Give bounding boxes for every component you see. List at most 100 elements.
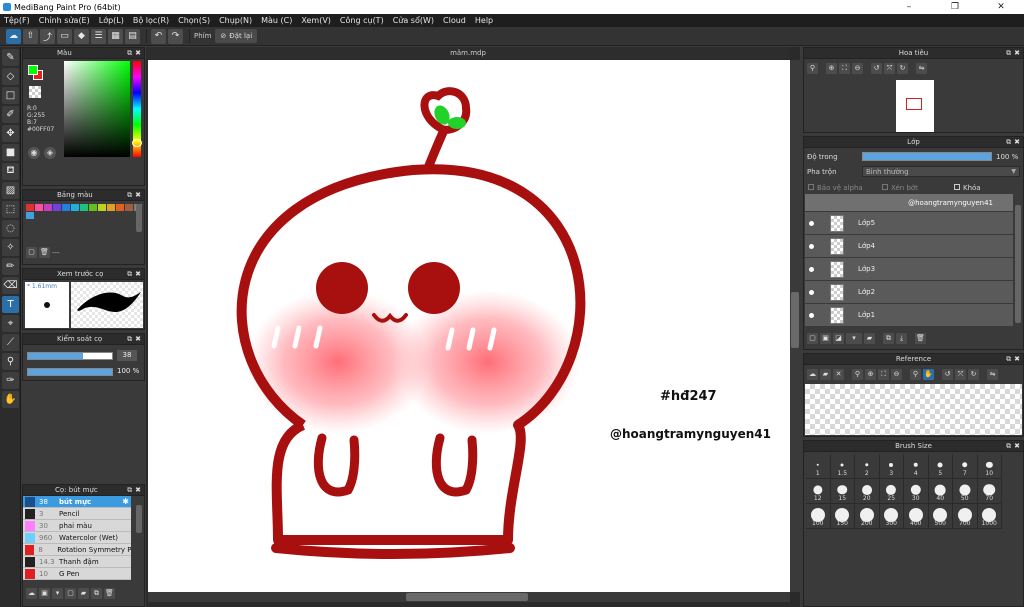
brush-size-option[interactable]: 5 (928, 454, 953, 479)
menu-cloud[interactable]: Cloud (443, 16, 466, 25)
brush-settings-icon[interactable]: ▾ (52, 588, 63, 599)
new-palette-icon[interactable]: ▢ (26, 247, 37, 258)
layer-folder-icon[interactable]: ▰ (864, 333, 875, 344)
canvas-vertical-scrollbar[interactable] (790, 60, 800, 592)
reference-zoom-out-icon[interactable]: ⊖ (891, 369, 902, 380)
fg-color-swatch[interactable] (28, 65, 38, 75)
layer-row[interactable]: @hoangtramynguyen41 (805, 194, 1013, 212)
reference-rotate-left-icon[interactable]: ↺ (942, 369, 953, 380)
hand-icon[interactable]: ✋ (2, 391, 19, 408)
float-icon[interactable]: ⧉ (127, 49, 132, 57)
cloud-brush-icon[interactable]: ☁ (26, 588, 37, 599)
brush-size-option[interactable]: 1.5 (830, 454, 855, 479)
brush-list-item[interactable]: 10 G Pen (23, 568, 131, 580)
gear-icon[interactable]: ✱ (122, 497, 129, 506)
eye-icon[interactable] (809, 312, 814, 318)
layer-menu-icon[interactable]: ▾ (846, 333, 862, 344)
eyedropper-icon[interactable]: ⚲ (2, 353, 19, 370)
close-icon[interactable]: ✖ (135, 335, 141, 343)
eraser-tool-icon[interactable]: ◇ (2, 68, 19, 85)
reference-zoom-icon[interactable]: ⚲ (852, 369, 863, 380)
merge-down-icon[interactable]: ⤓ (896, 333, 907, 344)
brush-size-option[interactable]: 300 (879, 504, 904, 529)
reset-rotate-icon[interactable]: ⤧ (884, 63, 895, 74)
gradient-tool-icon[interactable]: ▨ (2, 182, 19, 199)
clipping-checkbox[interactable]: Xén bớt (882, 184, 918, 192)
select-rect-icon[interactable]: ⬚ (2, 201, 19, 218)
dot-tool-icon[interactable]: ✐ (2, 106, 19, 123)
maximize-button[interactable]: ❐ (932, 0, 978, 14)
bucket-tool-icon[interactable]: ⛾ (2, 163, 19, 180)
float-icon[interactable]: ⧉ (1006, 49, 1011, 57)
menu-window[interactable]: Cửa sổ(W) (393, 16, 434, 25)
float-icon[interactable]: ⧉ (1006, 138, 1011, 146)
fit-icon[interactable]: ⛶ (839, 63, 850, 74)
zoom-in-icon[interactable]: ⊕ (826, 63, 837, 74)
cloud-icon[interactable]: ☁ (6, 28, 21, 44)
canvas-horizontal-scrollbar[interactable] (148, 592, 790, 602)
brush-size-option[interactable]: 3 (879, 454, 904, 479)
reference-view[interactable] (805, 384, 1022, 435)
brush-size-option[interactable]: 7 (953, 454, 978, 479)
palette-swatch[interactable] (35, 204, 43, 211)
flip-icon[interactable]: ⇋ (916, 63, 927, 74)
navigator-viewport[interactable] (906, 98, 922, 110)
reference-eyedropper-icon[interactable]: ⚲ (910, 369, 921, 380)
brush-size-value[interactable]: 38 (117, 350, 137, 361)
brush-size-option[interactable]: 500 (928, 504, 953, 529)
rotate-left-icon[interactable]: ↺ (871, 63, 882, 74)
lasso-icon[interactable]: ◌ (2, 220, 19, 237)
transparent-swatch[interactable] (29, 86, 41, 98)
brush-size-option[interactable]: 20 (855, 479, 880, 504)
menu-edit[interactable]: Chỉnh sửa(E) (39, 16, 90, 25)
brush-size-option[interactable]: 25 (879, 479, 904, 504)
close-icon[interactable]: ✖ (1014, 355, 1020, 363)
shape-tool-icon[interactable]: □ (2, 87, 19, 104)
panel-icon[interactable]: ▤ (125, 28, 140, 44)
close-icon[interactable]: ✖ (1014, 138, 1020, 146)
layer-opacity-slider[interactable] (862, 152, 992, 161)
eye-icon[interactable] (809, 220, 814, 226)
brush-size-option[interactable]: 40 (928, 479, 953, 504)
palette-swatch[interactable] (89, 204, 97, 211)
new-halftone-layer-icon[interactable]: ▣ (820, 333, 831, 344)
brush-list-scrollbar[interactable] (136, 505, 142, 533)
new-layer-icon[interactable]: ▢ (807, 333, 818, 344)
brush-size-slider[interactable] (27, 352, 113, 360)
brush-list-item[interactable]: 30 phai màu (23, 520, 131, 532)
palette-swatch[interactable] (62, 204, 70, 211)
minimize-button[interactable]: – (886, 0, 932, 14)
document-tab[interactable]: mâm.mdp (146, 47, 790, 59)
brush-list-item[interactable]: 3 Pencil (23, 508, 131, 520)
copy-brush-icon[interactable]: ▢ (65, 588, 76, 599)
menu-help[interactable]: Help (475, 16, 493, 25)
reference-open-icon[interactable]: ▰ (820, 369, 831, 380)
redo-icon[interactable]: ↷ (168, 28, 183, 44)
eye-icon[interactable] (809, 243, 814, 249)
reference-close-icon[interactable]: ✕ (833, 369, 844, 380)
brush-list-item[interactable]: 14.3 Thanh đậm (23, 556, 131, 568)
brush-size-option[interactable]: 70 (977, 479, 1002, 504)
brush-size-option[interactable]: 150 (830, 504, 855, 529)
lock-checkbox[interactable]: Khóa (954, 184, 981, 192)
brush-size-option[interactable]: 400 (904, 504, 929, 529)
float-icon[interactable]: ⧉ (127, 270, 132, 278)
menu-layer[interactable]: Lớp(L) (99, 16, 124, 25)
drawing-canvas[interactable]: #hđ247 @hoangtramynguyen41 (148, 60, 790, 592)
menu-snap[interactable]: Chụp(N) (219, 16, 252, 25)
undo-icon[interactable]: ↶ (151, 28, 166, 44)
palette-swatch[interactable] (26, 204, 34, 211)
delete-layer-icon[interactable]: 🗑 (915, 333, 926, 344)
material-icon[interactable]: ◆ (74, 28, 89, 44)
brush-list-item[interactable]: 38 bút mực ✱ (23, 496, 131, 508)
reference-reset-icon[interactable]: ⤧ (955, 369, 966, 380)
share-icon[interactable]: ⤴ (40, 28, 55, 44)
menu-select[interactable]: Chọn(S) (178, 16, 210, 25)
color-wheel-button[interactable]: ◉ (28, 147, 40, 159)
operation-tool-icon[interactable]: ⌖ (2, 315, 19, 332)
protect-alpha-checkbox[interactable]: Bảo vệ alpha (808, 184, 863, 192)
brush-size-option[interactable]: 200 (855, 504, 880, 529)
vscroll-thumb[interactable] (791, 292, 799, 348)
palette-swatch[interactable] (53, 204, 61, 211)
duplicate-layer-icon[interactable]: ⧉ (883, 333, 894, 344)
